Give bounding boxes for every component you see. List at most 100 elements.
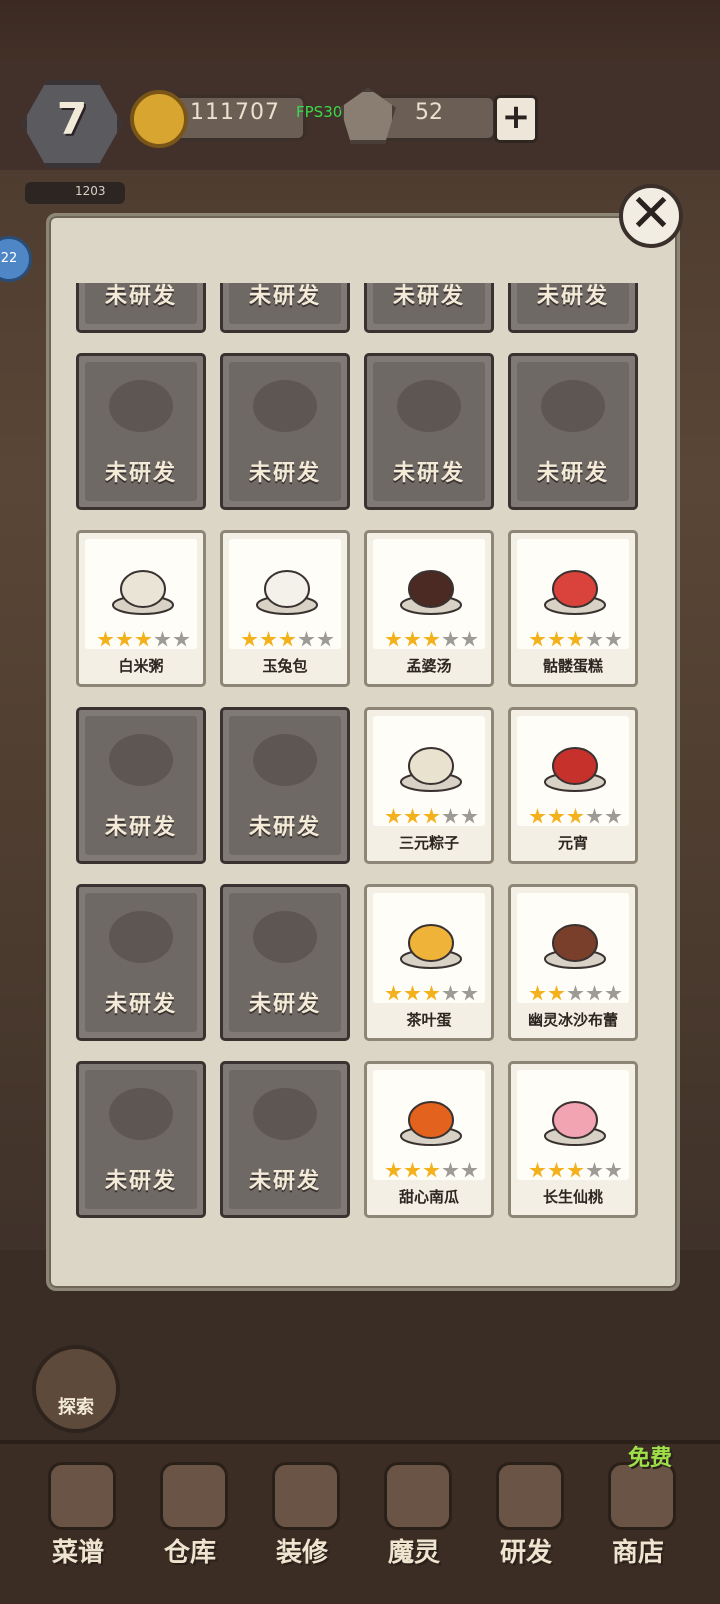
cauldron-icon — [496, 1462, 564, 1530]
star-rating — [241, 631, 334, 648]
star-filled-icon — [548, 1162, 565, 1178]
locked-label: 未研发 — [104, 461, 177, 486]
recipe-card[interactable]: 未研发 — [364, 353, 494, 510]
star-filled-icon — [529, 1162, 546, 1178]
explore-label: 探索 — [58, 1397, 94, 1418]
star-filled-icon — [404, 808, 421, 824]
level-number: 7 — [56, 94, 88, 145]
star-filled-icon — [529, 985, 546, 1001]
star-filled-icon — [260, 631, 277, 647]
recipe-card[interactable]: 长生仙桃 — [508, 1061, 638, 1218]
star-empty-icon — [605, 631, 622, 647]
steamed-bun-icon — [109, 911, 173, 963]
fish-dish-icon — [253, 380, 317, 432]
bunny-bun-icon — [255, 561, 319, 617]
recipe-card[interactable]: 未研发 — [220, 707, 350, 864]
locked-label: 未研发 — [248, 284, 321, 309]
recipe-name: 甜心南瓜 — [398, 1188, 459, 1206]
star-empty-icon — [586, 808, 603, 824]
recipe-card[interactable]: 孟婆汤 — [364, 530, 494, 687]
star-empty-icon — [154, 631, 171, 647]
recipe-card[interactable]: 未研发 — [508, 353, 638, 510]
recipe-card[interactable]: 未研发 — [76, 707, 206, 864]
locked-label: 未研发 — [248, 1169, 321, 1194]
dessert-bowl-icon — [109, 1088, 173, 1140]
nav-item-5[interactable]: 研发 — [476, 1444, 576, 1594]
add-gems-button[interactable]: + — [494, 95, 538, 143]
nav-label: 仓库 — [163, 1538, 216, 1568]
close-button[interactable]: ✕ — [619, 184, 683, 248]
recipe-card[interactable]: 茶叶蛋 — [364, 884, 494, 1041]
peach-icon — [543, 1092, 607, 1148]
locked-label: 未研发 — [248, 992, 321, 1017]
nav-label: 研发 — [499, 1538, 552, 1568]
star-filled-icon — [241, 631, 258, 647]
nav-item-3[interactable]: 装修 — [252, 1444, 352, 1594]
tangyuan-icon — [543, 738, 607, 794]
star-empty-icon — [173, 631, 190, 647]
recipe-name: 茶叶蛋 — [406, 1011, 452, 1029]
level-badge[interactable]: 7 — [22, 80, 122, 168]
gem-count: 52 — [415, 100, 443, 125]
skull-cake-icon — [543, 561, 607, 617]
bento-icon — [253, 1088, 317, 1140]
star-rating — [529, 631, 622, 648]
recipe-card[interactable]: 未研发 — [220, 884, 350, 1041]
tea-egg-icon — [399, 915, 463, 971]
locked-label: 未研发 — [104, 815, 177, 840]
explore-button[interactable]: 探索 — [32, 1345, 120, 1433]
recipe-grid-viewport[interactable]: 未研发 未研发 未研发 未研发 未研发 未研发 未研发 未研发 白米粥 玉兔包 孟婆汤 骷髅蛋糕 未研发… — [76, 283, 646, 1223]
recipe-card[interactable]: 未研发 — [76, 353, 206, 510]
star-rating — [385, 808, 478, 825]
recipe-card[interactable]: 未研发 — [508, 283, 638, 333]
star-filled-icon — [567, 808, 584, 824]
nav-item-1[interactable]: 菜谱 — [28, 1444, 128, 1594]
locked-label: 未研发 — [104, 284, 177, 309]
pumpkin-cake-icon — [399, 1092, 463, 1148]
recipe-card[interactable]: 未研发 — [220, 283, 350, 333]
star-filled-icon — [567, 631, 584, 647]
locked-label: 未研发 — [392, 461, 465, 486]
recipe-card[interactable]: 白米粥 — [76, 530, 206, 687]
star-filled-icon — [385, 985, 402, 1001]
star-filled-icon — [116, 631, 133, 647]
recipe-card[interactable]: 未研发 — [220, 1061, 350, 1218]
recipe-card[interactable]: 甜心南瓜 — [364, 1061, 494, 1218]
recipe-card[interactable]: 未研发 — [76, 1061, 206, 1218]
star-filled-icon — [423, 631, 440, 647]
recipe-card[interactable]: 未研发 — [76, 884, 206, 1041]
recipe-name: 骷髅蛋糕 — [542, 657, 603, 675]
star-empty-icon — [298, 631, 315, 647]
recipe-card[interactable]: 三元粽子 — [364, 707, 494, 864]
locked-label: 未研发 — [248, 815, 321, 840]
nav-label: 装修 — [275, 1538, 328, 1568]
star-rating — [385, 1162, 478, 1179]
recipe-name: 孟婆汤 — [406, 657, 452, 675]
star-empty-icon — [461, 631, 478, 647]
recipe-icon — [48, 1462, 116, 1530]
recipe-card[interactable]: 幽灵冰沙布蕾 — [508, 884, 638, 1041]
star-filled-icon — [529, 631, 546, 647]
nav-item-2[interactable]: 仓库 — [140, 1444, 240, 1594]
skewer-icon — [397, 380, 461, 432]
star-filled-icon — [548, 808, 565, 824]
recipe-card[interactable]: 未研发 — [220, 353, 350, 510]
recipe-card[interactable]: 骷髅蛋糕 — [508, 530, 638, 687]
star-empty-icon — [605, 808, 622, 824]
star-empty-icon — [586, 1162, 603, 1178]
recipe-card[interactable]: 未研发 — [76, 283, 206, 333]
mooncake-icon — [109, 734, 173, 786]
star-filled-icon — [529, 808, 546, 824]
star-filled-icon — [423, 1162, 440, 1178]
star-filled-icon — [135, 631, 152, 647]
nav-item-4[interactable]: 魔灵 — [364, 1444, 464, 1594]
star-filled-icon — [404, 631, 421, 647]
recipe-card[interactable]: 元宵 — [508, 707, 638, 864]
nav-label: 菜谱 — [51, 1538, 104, 1568]
roast-meat-icon — [109, 380, 173, 432]
recipe-card[interactable]: 未研发 — [364, 283, 494, 333]
soup-icon — [399, 561, 463, 617]
star-empty-icon — [442, 985, 459, 1001]
recipe-card[interactable]: 玉兔包 — [220, 530, 350, 687]
coin-icon — [130, 90, 188, 148]
